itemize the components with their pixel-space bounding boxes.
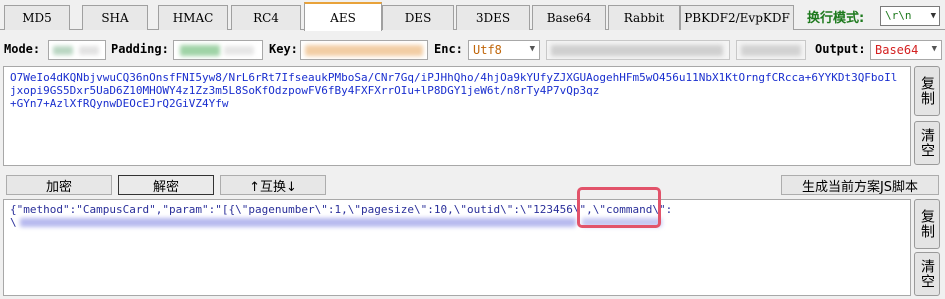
chevron-down-icon: ▼ [529, 44, 535, 54]
enc-label: Enc: [434, 42, 463, 56]
iv-field[interactable] [546, 40, 730, 60]
line-mode-select[interactable]: \r\n ▼ [880, 6, 940, 26]
tab-rabbit[interactable]: Rabbit [608, 5, 680, 30]
encrypt-button[interactable]: 加密 [6, 175, 112, 195]
tab-aes[interactable]: AES [304, 2, 382, 31]
padding-select[interactable] [173, 40, 263, 60]
key-input[interactable] [300, 40, 428, 60]
iv-redacted [551, 45, 723, 56]
output-redacted [20, 218, 576, 227]
input-text: O7WeIo4dKQNbjvwuCQ36nOnsfFNI5yw8/NrL6rRt… [10, 71, 898, 110]
input-textarea[interactable]: O7WeIo4dKQNbjvwuCQ36nOnsfFNI5yw8/NrL6rRt… [3, 66, 911, 166]
tab-base64[interactable]: Base64 [532, 5, 606, 30]
output-text-line1: {"method":"CampusCard","param":"[{\"page… [10, 203, 673, 216]
tab-hmac[interactable]: HMAC [158, 5, 228, 30]
key-redacted [305, 45, 423, 56]
outid-highlight-box [577, 187, 661, 228]
tab-sha[interactable]: SHA [82, 5, 148, 30]
copy-input-button[interactable]: 复制 [914, 66, 940, 116]
enc-value: Utf8 [473, 43, 502, 57]
line-mode-value: \r\n [885, 9, 912, 22]
tab-3des[interactable]: 3DES [456, 5, 530, 30]
generate-js-button[interactable]: 生成当前方案JS脚本 [781, 175, 939, 195]
mode-redacted-2 [79, 46, 99, 55]
output-label: Output: [815, 42, 866, 56]
chevron-down-icon: ▼ [931, 44, 937, 54]
padding-redacted [180, 45, 220, 56]
padding-redacted-2 [224, 46, 254, 55]
line-mode-label: 换行模式: [807, 11, 865, 26]
padding-label: Padding: [111, 42, 169, 56]
iv-enc-redacted [741, 45, 801, 56]
output-textarea[interactable]: {"method":"CampusCard","param":"[{\"page… [3, 199, 911, 296]
key-label: Key: [269, 42, 298, 56]
tab-rc4[interactable]: RC4 [231, 5, 301, 30]
iv-enc-select[interactable] [736, 40, 806, 60]
tab-md5[interactable]: MD5 [4, 5, 70, 30]
mode-redacted [53, 46, 73, 55]
swap-button[interactable]: ↑互换↓ [220, 175, 326, 195]
clear-output-button[interactable]: 清空 [914, 252, 940, 296]
clear-input-button[interactable]: 清空 [914, 121, 940, 165]
mode-select[interactable] [48, 40, 106, 60]
tab-des[interactable]: DES [382, 5, 454, 30]
enc-select[interactable]: Utf8 ▼ [468, 40, 540, 60]
algorithm-tab-bar: MD5 SHA HMAC RC4 AES DES 3DES Base64 Rab… [0, 0, 945, 31]
chevron-down-icon: ▼ [930, 11, 936, 21]
decrypt-button[interactable]: 解密 [118, 175, 214, 195]
mode-label: Mode: [4, 42, 41, 56]
output-value: Base64 [875, 43, 919, 57]
tab-pbkdf2[interactable]: PBKDF2/EvpKDF [680, 5, 794, 30]
output-select[interactable]: Base64 ▼ [870, 40, 942, 60]
copy-output-button[interactable]: 复制 [914, 199, 940, 249]
